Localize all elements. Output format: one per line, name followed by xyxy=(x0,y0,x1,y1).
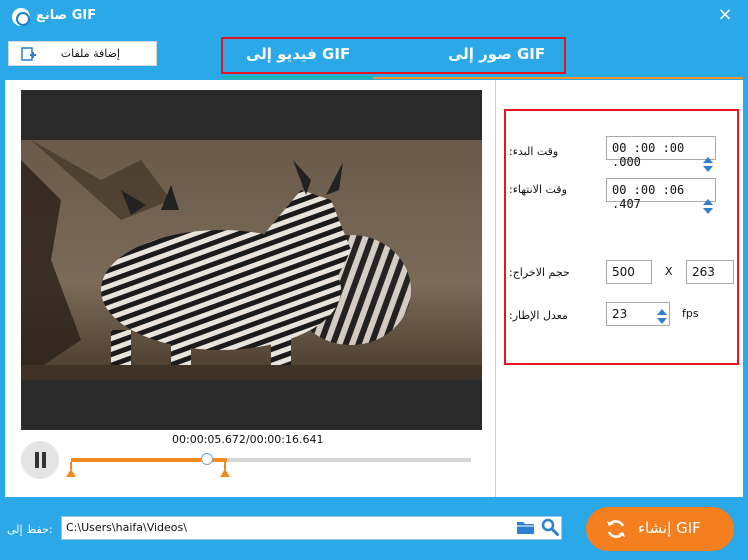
close-button[interactable]: × xyxy=(714,4,736,26)
start-time-field[interactable]: 00 :00 :00 .000 xyxy=(606,136,716,172)
spin-down-icon[interactable] xyxy=(703,166,713,172)
film-reel-icon xyxy=(12,8,30,26)
end-time-spinner[interactable] xyxy=(703,197,713,217)
spin-up-icon[interactable] xyxy=(703,199,713,205)
start-time-spinner[interactable] xyxy=(703,155,713,175)
end-time-label: وقت الانتهاء: xyxy=(509,183,567,196)
trim-end-marker[interactable] xyxy=(220,462,230,477)
refresh-icon xyxy=(607,520,625,538)
size-separator: X xyxy=(665,265,673,278)
spin-up-icon[interactable] xyxy=(657,309,667,315)
end-time-field[interactable]: 00 :00 :06 .407 xyxy=(606,178,716,214)
frame-rate-value: 23 xyxy=(612,307,628,321)
panel-divider xyxy=(495,80,496,497)
create-gif-button[interactable]: إنشاء GIF xyxy=(586,507,734,551)
active-tab-indicator xyxy=(223,76,373,79)
playhead-handle[interactable] xyxy=(201,453,213,465)
spin-down-icon[interactable] xyxy=(703,208,713,214)
create-gif-label: إنشاء GIF xyxy=(638,519,701,537)
output-height-field[interactable]: 263 xyxy=(686,260,734,284)
window-title: صانع GIF xyxy=(36,8,97,23)
output-width-field[interactable]: 500 xyxy=(606,260,652,284)
mode-tabs: فيديو إلى GIF صور إلى GIF xyxy=(221,37,566,74)
save-to-label: حفظ إلى: xyxy=(7,523,53,536)
video-preview xyxy=(21,90,482,430)
spin-up-icon[interactable] xyxy=(703,157,713,163)
output-height-value: 263 xyxy=(692,265,715,279)
output-path-field[interactable]: C:\Users\haifa\Videos\ xyxy=(61,516,562,540)
tab-images-to-gif[interactable]: صور إلى GIF xyxy=(448,45,545,63)
timeline-track[interactable] xyxy=(71,458,471,462)
folder-icon[interactable] xyxy=(516,520,535,535)
add-file-icon xyxy=(21,47,36,61)
tab-video-to-gif[interactable]: فيديو إلى GIF xyxy=(246,45,350,63)
frame-rate-spinner[interactable] xyxy=(657,307,667,327)
output-size-label: حجم الاخراج: xyxy=(509,266,570,279)
zebra-video-frame xyxy=(21,140,482,380)
start-time-label: وقت البدء: xyxy=(509,145,559,158)
search-icon[interactable] xyxy=(541,518,559,536)
pause-button[interactable] xyxy=(21,441,59,479)
add-files-label: إضافة ملفات xyxy=(60,47,120,60)
output-width-value: 500 xyxy=(612,265,635,279)
frame-rate-field[interactable]: 23 xyxy=(606,302,670,326)
output-path-value: C:\Users\haifa\Videos\ xyxy=(66,521,187,534)
spin-down-icon[interactable] xyxy=(657,318,667,324)
playback-time: 00:00:05.672/00:00:16.641 xyxy=(172,433,324,446)
header-divider xyxy=(373,77,743,79)
trim-start-marker[interactable] xyxy=(66,462,76,477)
frame-rate-label: معدل الإطار: xyxy=(509,309,568,322)
add-files-button[interactable]: إضافة ملفات xyxy=(8,41,157,66)
title-bar: صانع GIF × xyxy=(0,0,748,34)
fps-unit-label: fps xyxy=(682,307,699,320)
